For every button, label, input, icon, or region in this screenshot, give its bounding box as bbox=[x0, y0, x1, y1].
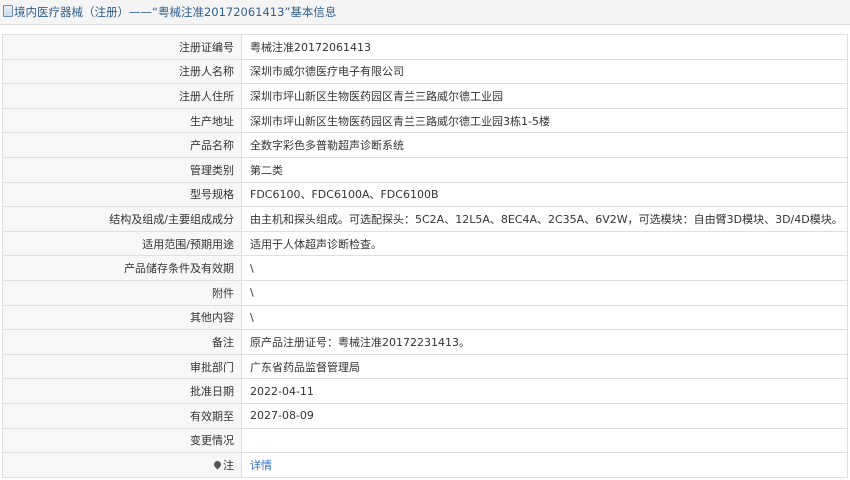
pin-icon bbox=[212, 459, 223, 470]
field-label: 备注 bbox=[2, 329, 242, 355]
table-row: 批准日期 2022-04-11 bbox=[2, 378, 848, 404]
page-title: 境内医疗器械（注册）——“粤械注准20172061413”基本信息 bbox=[14, 5, 337, 19]
table-row: 审批部门 广东省药品监督管理局 bbox=[2, 353, 848, 380]
field-value: 2022-04-11 bbox=[241, 378, 848, 404]
field-label: 注册人住所 bbox=[2, 83, 242, 109]
table-row: 注册人名称 深圳市威尔德医疗电子有限公司 bbox=[2, 58, 848, 85]
field-label: 附件 bbox=[2, 279, 242, 306]
table-row: 附件 \ bbox=[2, 279, 848, 306]
note-label-cell: 注 bbox=[2, 452, 242, 478]
field-label: 管理类别 bbox=[2, 156, 242, 183]
page-header: 境内医疗器械（注册）——“粤械注准20172061413”基本信息 bbox=[0, 0, 850, 25]
field-value: 2027-08-09 bbox=[241, 402, 848, 429]
field-value: 深圳市坪山新区生物医药园区青兰三路威尔德工业园 bbox=[241, 83, 848, 109]
field-label: 注册证编号 bbox=[2, 34, 242, 60]
table-row: 注册人住所 深圳市坪山新区生物医药园区青兰三路威尔德工业园 bbox=[2, 83, 848, 109]
field-label: 生产地址 bbox=[2, 107, 242, 134]
field-label: 注册人名称 bbox=[2, 58, 242, 85]
field-value: 第二类 bbox=[241, 156, 848, 183]
table-row: 产品名称 全数字彩色多普勒超声诊断系统 bbox=[2, 132, 848, 158]
table-row: 注册证编号 粤械注准20172061413 bbox=[2, 34, 848, 60]
field-label: 结构及组成/主要组成成分 bbox=[2, 206, 242, 232]
field-value: 全数字彩色多普勒超声诊断系统 bbox=[241, 132, 848, 158]
table-row: 管理类别 第二类 bbox=[2, 156, 848, 183]
info-table: 注册证编号 粤械注准20172061413 注册人名称 深圳市威尔德医疗电子有限公司… bbox=[2, 34, 848, 478]
table-row: 型号规格 FDC6100、FDC6100A、FDC6100B bbox=[2, 181, 848, 208]
field-value: 深圳市坪山新区生物医药园区青兰三路威尔德工业园3栋1-5楼 bbox=[241, 107, 848, 134]
field-value: 由主机和探头组成。可选配探头：5C2A、12L5A、8EC4A、2C35A、6V… bbox=[241, 206, 848, 232]
table-row: 结构及组成/主要组成成分 由主机和探头组成。可选配探头：5C2A、12L5A、8E… bbox=[2, 206, 848, 232]
table-row: 变更情况 bbox=[2, 427, 848, 454]
field-value: \ bbox=[241, 279, 848, 306]
field-value: FDC6100、FDC6100A、FDC6100B bbox=[241, 181, 848, 208]
field-label: 其他内容 bbox=[2, 304, 242, 331]
field-value: \ bbox=[241, 304, 848, 331]
table-row: 产品储存条件及有效期 \ bbox=[2, 255, 848, 281]
field-value bbox=[241, 427, 848, 454]
field-value: 粤械注准20172061413 bbox=[241, 34, 848, 60]
field-value: 深圳市威尔德医疗电子有限公司 bbox=[241, 58, 848, 85]
field-value: 适用于人体超声诊断检查。 bbox=[241, 230, 848, 257]
field-value: \ bbox=[241, 255, 848, 281]
note-value-cell: 详情 bbox=[241, 452, 848, 478]
note-label: 注 bbox=[223, 458, 234, 472]
field-value: 广东省药品监督管理局 bbox=[241, 353, 848, 380]
details-link[interactable]: 详情 bbox=[250, 459, 272, 472]
table-row: 有效期至 2027-08-09 bbox=[2, 402, 848, 429]
table-row: 备注 原产品注册证号：粤械注准20172231413。 bbox=[2, 329, 848, 355]
field-label: 批准日期 bbox=[2, 378, 242, 404]
table-row: 适用范围/预期用途 适用于人体超声诊断检查。 bbox=[2, 230, 848, 257]
field-label: 适用范围/预期用途 bbox=[2, 230, 242, 257]
field-label: 审批部门 bbox=[2, 353, 242, 380]
table-row: 生产地址 深圳市坪山新区生物医药园区青兰三路威尔德工业园3栋1-5楼 bbox=[2, 107, 848, 134]
field-label: 产品储存条件及有效期 bbox=[2, 255, 242, 281]
table-row: 其他内容 \ bbox=[2, 304, 848, 331]
document-icon bbox=[3, 5, 13, 17]
field-label: 型号规格 bbox=[2, 181, 242, 208]
note-row: 注 详情 bbox=[2, 452, 848, 478]
field-label: 有效期至 bbox=[2, 402, 242, 429]
field-label: 产品名称 bbox=[2, 132, 242, 158]
field-label: 变更情况 bbox=[2, 427, 242, 454]
field-value: 原产品注册证号：粤械注准20172231413。 bbox=[241, 329, 848, 355]
